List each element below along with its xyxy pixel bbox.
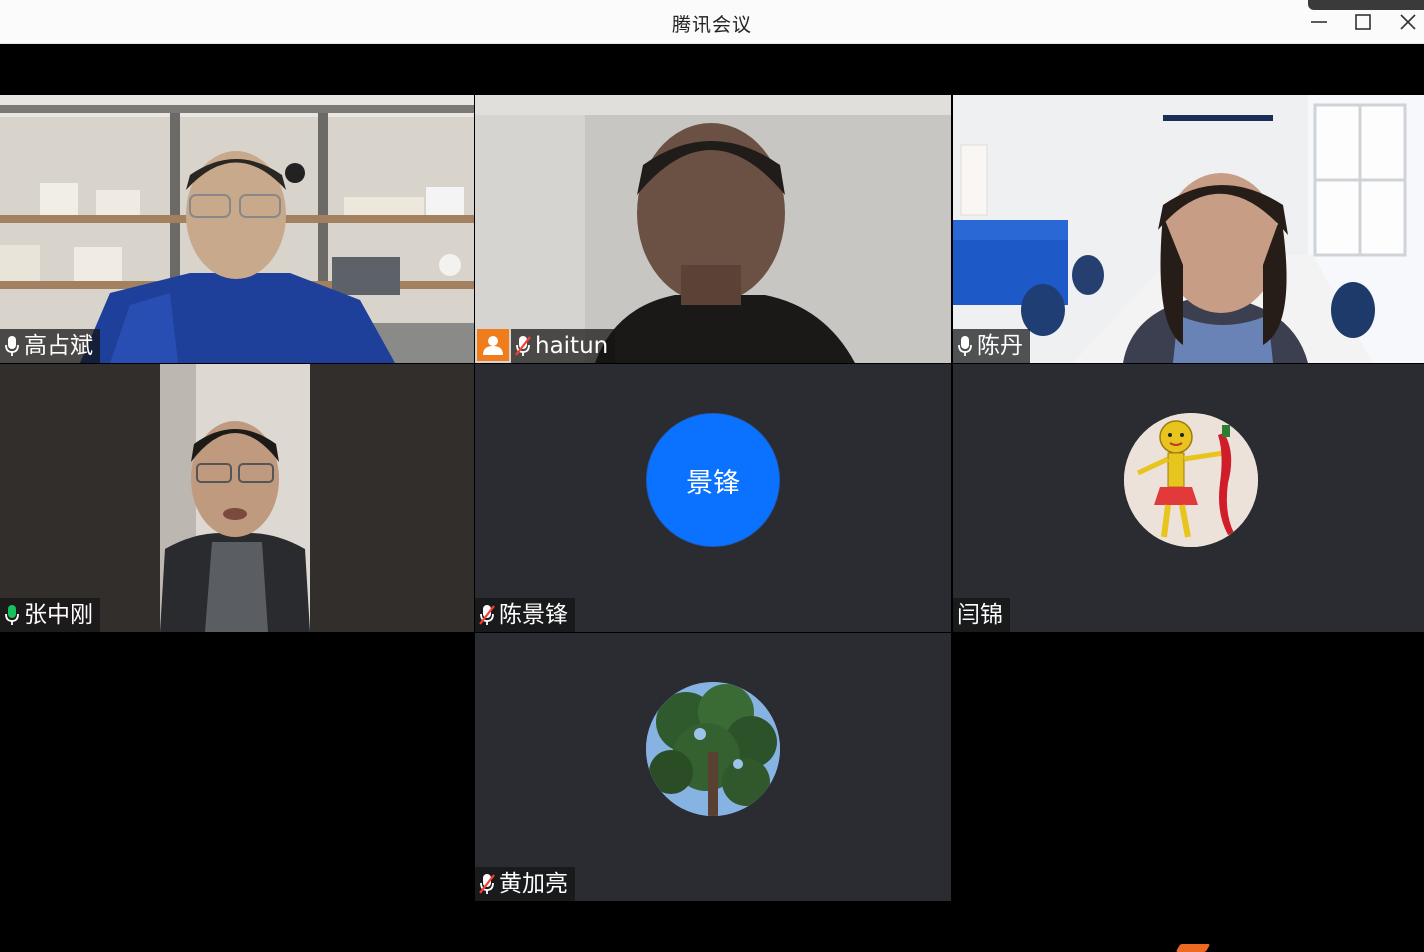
microphone-icon	[955, 334, 975, 358]
participant-name-tag: 高占斌	[0, 329, 100, 363]
toolbar-edge-accent	[1175, 944, 1211, 952]
close-icon	[1400, 14, 1416, 30]
minimize-icon	[1311, 21, 1327, 23]
maximize-button[interactable]	[1349, 8, 1377, 36]
video-tile-1[interactable]: 高占斌	[0, 95, 474, 363]
participant-name: haitun	[535, 333, 609, 359]
maximize-icon	[1355, 14, 1371, 30]
video-tile-6[interactable]: 闫锦	[953, 364, 1424, 632]
participant-name: 陈丹	[977, 333, 1023, 359]
video-tile-2[interactable]: haitun	[475, 95, 951, 363]
video-tile-3[interactable]: 陈丹	[953, 95, 1424, 363]
video-tile-7[interactable]: 黄加亮	[475, 633, 951, 901]
microphone-speaking-icon	[2, 603, 22, 627]
microphone-icon	[2, 334, 22, 358]
participant-name-tag: 张中刚	[0, 598, 100, 632]
video-tile-5[interactable]: 景锋 陈景锋	[475, 364, 951, 632]
child-drawing-avatar	[1124, 413, 1258, 547]
participant-name: 陈景锋	[499, 602, 568, 628]
participant-name-tag: 陈丹	[953, 329, 1030, 363]
bookshelf-office-video	[0, 95, 474, 363]
person-badge-icon	[477, 329, 509, 361]
participant-name-tag: 闫锦	[953, 598, 1010, 632]
participant-name: 闫锦	[957, 602, 1003, 628]
participant-name-tag: 陈景锋	[475, 598, 575, 632]
plain-room-video	[475, 95, 951, 363]
window-title: 腾讯会议	[671, 14, 752, 36]
microphone-muted-icon	[513, 334, 533, 358]
close-button[interactable]	[1394, 8, 1422, 36]
participant-name-tag: 黄加亮	[475, 867, 575, 901]
portrait-camera-video	[0, 364, 474, 632]
meeting-room-video	[953, 95, 1424, 363]
tree-avatar	[646, 682, 780, 816]
title-bar: 腾讯会议	[0, 0, 1424, 44]
microphone-muted-icon	[477, 603, 497, 627]
participant-name: 张中刚	[24, 602, 93, 628]
participant-name: 黄加亮	[499, 871, 568, 897]
minimize-button[interactable]	[1305, 8, 1333, 36]
participant-name: 高占斌	[24, 333, 93, 359]
video-tile-4[interactable]: 张中刚	[0, 364, 474, 632]
participant-name-tag: haitun	[511, 329, 616, 363]
initials-avatar: 景锋	[646, 413, 780, 547]
microphone-muted-icon	[477, 872, 497, 896]
